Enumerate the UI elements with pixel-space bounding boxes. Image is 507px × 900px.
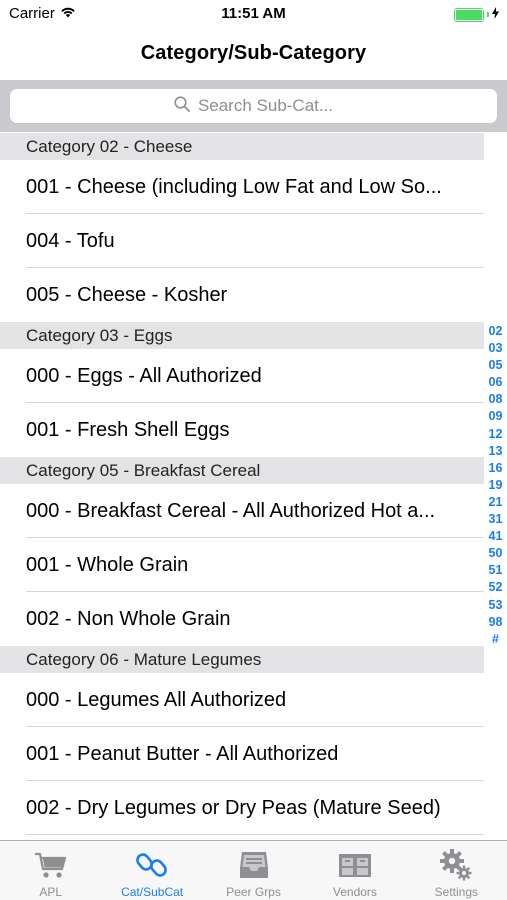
section-index[interactable]: 02 03 05 06 08 09 12 13 16 19 21 31 41 5…	[484, 323, 507, 648]
subcategory-list[interactable]: Category 02 - Cheese 001 - Cheese (inclu…	[0, 133, 484, 840]
page-title: Category/Sub-Category	[140, 41, 367, 64]
list-item-label: 004 - Tofu	[26, 229, 115, 252]
list-item[interactable]: 000 - Breakfast Cereal - All Authorized …	[0, 484, 484, 538]
list-item-label: 000 - Eggs - All Authorized	[26, 364, 262, 387]
list-item[interactable]: 000 - Eggs - All Authorized	[0, 349, 484, 403]
section-header: Category 05 - Breakfast Cereal	[0, 457, 484, 484]
index-item[interactable]: 02	[489, 323, 503, 340]
index-item[interactable]: 08	[489, 391, 503, 408]
section-header: Category 02 - Cheese	[0, 133, 484, 160]
cart-icon	[33, 849, 69, 881]
list-item-label: 005 - Cheese - Kosher	[26, 283, 228, 306]
tab-label: Cat/SubCat	[121, 885, 184, 899]
index-item[interactable]: 53	[489, 597, 503, 614]
charging-icon	[492, 6, 499, 23]
search-icon	[174, 95, 190, 117]
index-item[interactable]: 12	[489, 426, 503, 443]
search-bar: Search Sub-Cat...	[0, 80, 507, 132]
tab-settings[interactable]: Settings	[406, 841, 507, 900]
status-bar: Carrier 11:51 AM	[0, 0, 507, 28]
list-item[interactable]: 001 - Cheese (including Low Fat and Low …	[0, 160, 484, 214]
tab-cat-subcat[interactable]: Cat/SubCat	[101, 841, 202, 900]
store-icon	[337, 849, 373, 881]
list-item-label: 002 - Non Whole Grain	[26, 607, 231, 630]
list-item[interactable]: 005 - Cheese - Kosher	[0, 268, 484, 322]
index-item[interactable]: 41	[489, 528, 503, 545]
list-item-label: 002 - Dry Legumes or Dry Peas (Mature Se…	[26, 796, 441, 819]
tab-vendors[interactable]: Vendors	[304, 841, 405, 900]
tab-label: Vendors	[332, 885, 377, 899]
tab-apl[interactable]: APL	[0, 841, 101, 900]
index-item[interactable]: 51	[489, 562, 503, 579]
list-item-label: 001 - Whole Grain	[26, 553, 189, 576]
tab-label: APL	[39, 885, 63, 899]
list-item[interactable]: 000 - Legumes All Authorized	[0, 673, 484, 727]
list-item[interactable]: 002 - Non Whole Grain	[0, 592, 484, 646]
gears-icon	[439, 849, 473, 881]
index-item[interactable]: 06	[489, 374, 503, 391]
list-item-label: 001 - Cheese (including Low Fat and Low …	[26, 175, 442, 198]
search-placeholder: Search Sub-Cat...	[197, 96, 334, 115]
inbox-icon	[238, 849, 270, 881]
list-item-label: 000 - Breakfast Cereal - All Authorized …	[26, 499, 436, 522]
index-item[interactable]: 31	[489, 511, 503, 528]
index-item[interactable]: 52	[489, 579, 503, 596]
list-item[interactable]: 002 - Dry Legumes or Dry Peas (Mature Se…	[0, 781, 484, 835]
battery-tip	[487, 12, 489, 17]
list-item-label: 000 - Legumes All Authorized	[26, 688, 287, 711]
index-item[interactable]: 98	[489, 614, 503, 631]
tab-peer-grps[interactable]: Peer Grps	[203, 841, 304, 900]
index-item[interactable]: 13	[489, 443, 503, 460]
section-header: Category 06 - Mature Legumes	[0, 646, 484, 673]
index-item[interactable]: 03	[489, 340, 503, 357]
index-item[interactable]: 19	[489, 477, 503, 494]
section-header: Category 03 - Eggs	[0, 322, 484, 349]
list-item[interactable]: 001 - Peanut Butter - All Authorized	[0, 727, 484, 781]
tab-bar: APL Cat/SubCat Peer Grps Vendors Setting…	[0, 840, 507, 900]
navigation-bar: Category/Sub-Category	[0, 28, 507, 78]
search-input[interactable]: Search Sub-Cat...	[10, 89, 497, 123]
tab-label: Settings	[434, 885, 478, 899]
index-item[interactable]: #	[492, 631, 499, 648]
status-time: 11:51 AM	[221, 5, 286, 22]
index-item[interactable]: 09	[489, 408, 503, 425]
status-right	[454, 6, 499, 23]
battery-icon	[454, 7, 484, 22]
tab-label: Peer Grps	[226, 885, 281, 899]
index-item[interactable]: 50	[489, 545, 503, 562]
index-item[interactable]: 05	[489, 357, 503, 374]
index-item[interactable]: 16	[489, 460, 503, 477]
list-item[interactable]: 004 - Tofu	[0, 214, 484, 268]
list-item[interactable]: 001 - Whole Grain	[0, 538, 484, 592]
list-item-label: 001 - Fresh Shell Eggs	[26, 418, 230, 441]
link-icon	[136, 849, 168, 881]
list-item[interactable]: 001 - Fresh Shell Eggs	[0, 403, 484, 457]
index-item[interactable]: 21	[489, 494, 503, 511]
list-item-label: 001 - Peanut Butter - All Authorized	[26, 742, 339, 765]
